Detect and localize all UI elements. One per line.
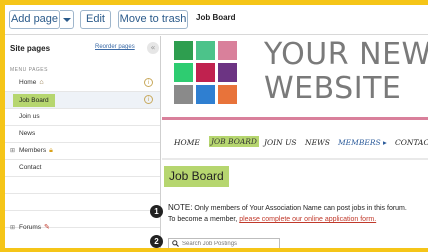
application-form-link[interactable]: please complete our online application f… xyxy=(239,216,376,223)
sidebar-item-label: News xyxy=(19,130,36,137)
members-note: NOTE: Only members of Your Association N… xyxy=(168,203,407,212)
job-search-box[interactable] xyxy=(168,238,280,248)
sidebar-empty-row xyxy=(5,194,160,211)
nav-item-job-board[interactable]: JOB BOARD xyxy=(209,136,259,147)
sidebar-item-label: Contact xyxy=(19,164,42,171)
quill-icon: ✎ xyxy=(44,224,50,231)
search-icon xyxy=(172,240,179,247)
site-pages-sidebar: Site pages Reorder pages « MENU PAGES Ho… xyxy=(5,36,161,248)
page-heading: Job Board xyxy=(164,166,229,187)
sidebar-item-members[interactable]: ⊞ Members 🔒︎ xyxy=(5,143,160,160)
sidebar-item-forums[interactable]: ⊞ Forums ✎ xyxy=(5,220,160,237)
note-prefix: NOTE: xyxy=(168,203,193,212)
logo-square xyxy=(174,63,193,82)
highlight-frame-bottom xyxy=(0,248,428,252)
menu-pages-section-label: MENU PAGES xyxy=(10,67,48,73)
header-accent-bar xyxy=(162,117,428,120)
expand-icon[interactable]: ⊞ xyxy=(10,143,15,159)
add-page-button[interactable]: Add page xyxy=(9,10,60,29)
sidebar-item-label: Job Board xyxy=(13,94,55,107)
expand-icon[interactable]: ⊞ xyxy=(10,220,15,236)
sidebar-item-news[interactable]: News xyxy=(5,126,160,143)
nav-item-contact[interactable]: CONTACT xyxy=(395,138,428,147)
nav-item-home[interactable]: HOME xyxy=(174,138,200,147)
nav-item-join-us[interactable]: JOIN US xyxy=(264,138,297,147)
site-nav-bar: HOME JOB BOARD JOIN US NEWS MEMBERS ▸ CO… xyxy=(162,136,428,152)
site-logo xyxy=(174,41,238,105)
logo-square xyxy=(218,41,237,60)
info-icon[interactable]: i xyxy=(144,78,153,87)
job-search-input[interactable] xyxy=(182,239,278,248)
sidebar-item-label: Forums ✎ xyxy=(19,220,50,236)
sidebar-item-job-board[interactable]: Job Board i xyxy=(5,92,160,109)
site-name-line: YOUR NEW xyxy=(264,37,428,72)
logo-square xyxy=(196,41,215,60)
reorder-pages-link[interactable]: Reorder pages xyxy=(95,44,135,50)
editor-toolbar: Add page Edit Move to trash Job Board xyxy=(5,5,428,35)
sidebar-title: Site pages xyxy=(10,44,51,53)
logo-square xyxy=(218,85,237,104)
sidebar-item-contact[interactable]: Contact xyxy=(5,160,160,177)
logo-square xyxy=(218,63,237,82)
nav-item-news[interactable]: NEWS xyxy=(305,138,330,147)
step-badge-2: 2 xyxy=(150,235,163,248)
membership-line: To become a member, please complete our … xyxy=(168,216,376,223)
sidebar-item-home[interactable]: Home ⌂ i xyxy=(5,75,160,92)
sidebar-item-join-us[interactable]: Join us xyxy=(5,109,160,126)
logo-square xyxy=(174,41,193,60)
logo-square xyxy=(196,63,215,82)
note-text: Only members of Your Association Name ca… xyxy=(192,205,407,212)
move-to-trash-button[interactable]: Move to trash xyxy=(118,10,188,29)
nav-divider xyxy=(162,158,428,160)
edit-button[interactable]: Edit xyxy=(80,10,111,29)
sidebar-empty-row xyxy=(5,177,160,194)
site-name: YOUR NEW WEBSITE xyxy=(264,38,428,106)
become-member-text: To become a member, xyxy=(168,216,240,223)
add-page-dropdown-button[interactable] xyxy=(60,10,74,29)
sidebar-item-label: Members 🔒︎ xyxy=(19,143,53,159)
logo-square xyxy=(174,85,193,104)
collapse-sidebar-icon[interactable]: « xyxy=(147,42,159,54)
site-name-line: WEBSITE xyxy=(264,71,402,106)
lock-icon: 🔒︎ xyxy=(49,147,53,154)
logo-square xyxy=(196,85,215,104)
sidebar-item-label: Join us xyxy=(19,113,40,120)
info-icon[interactable]: i xyxy=(144,95,153,104)
page-preview: YOUR NEW WEBSITE HOME JOB BOARD JOIN US … xyxy=(162,36,428,248)
nav-item-members[interactable]: MEMBERS ▸ xyxy=(338,138,387,147)
home-icon: ⌂ xyxy=(39,79,44,86)
sidebar-item-label: Home ⌂ xyxy=(19,75,44,91)
current-page-breadcrumb: Job Board xyxy=(196,13,236,22)
step-badge-1: 1 xyxy=(150,205,163,218)
